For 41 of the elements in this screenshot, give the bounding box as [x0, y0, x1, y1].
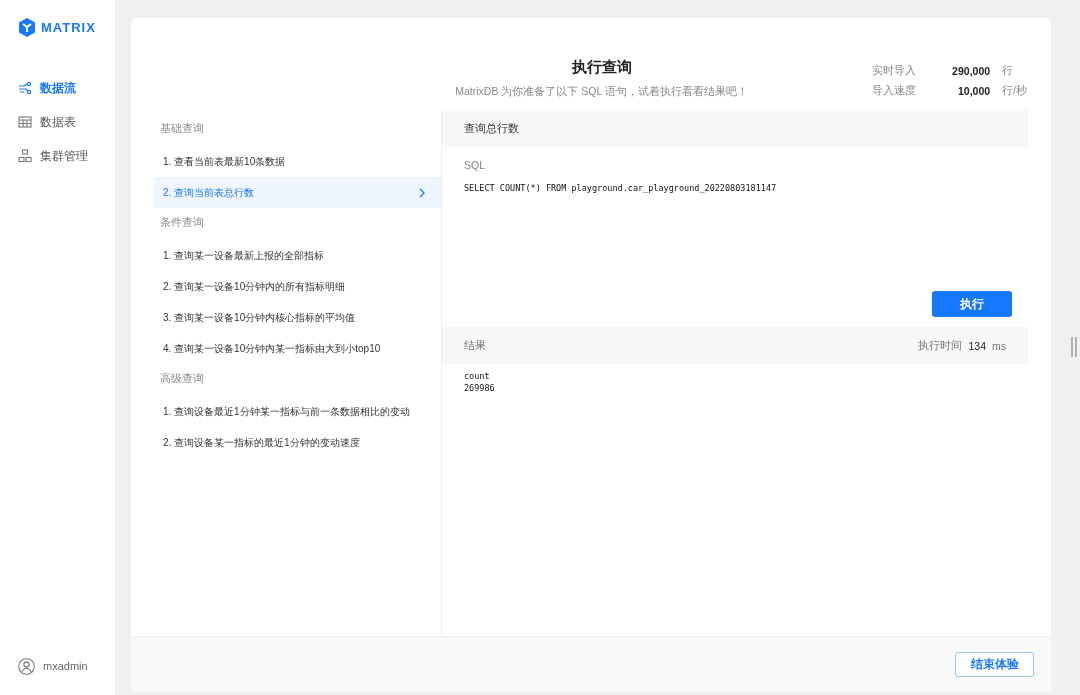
username: mxadmin [43, 660, 88, 672]
nav-item[interactable]: 数据流 [18, 71, 115, 105]
query-item[interactable]: 1. 查询设备最近1分钟某一指标与前一条数据相比的变动 [154, 396, 441, 427]
sql-code: SELECT COUNT(*) FROM playground.car_playground_20220803181147 [464, 183, 778, 193]
stat-value: 10,000 [956, 85, 991, 97]
query-item[interactable]: 2. 查询设备某一指标的最近1分钟的变动速度 [154, 427, 441, 458]
time-label: 执行时间 [918, 338, 963, 353]
page-title: 执行查询 [571, 58, 632, 77]
time-unit: ms [992, 339, 1006, 352]
cluster-icon [18, 149, 32, 163]
brand-logo: MATRIX [18, 18, 115, 37]
table-icon [18, 115, 32, 129]
result-line: 269986 [464, 382, 496, 394]
group-title: 高级查询 [159, 371, 205, 386]
run-button[interactable]: 执行 [932, 291, 1012, 317]
chevron-right-icon [419, 187, 425, 198]
query-item[interactable]: 1. 查看当前表最新10条数据 [154, 146, 441, 177]
result-label: 结果 [464, 338, 486, 353]
flow-icon [18, 81, 32, 95]
stat-unit: 行/秒 [1002, 84, 1027, 98]
nav-item[interactable]: 集群管理 [18, 139, 115, 173]
page-subtitle: MatrixDB 为你准备了以下 SQL 语句，试着执行看看结果吧！ [455, 85, 748, 99]
end-button[interactable]: 结束体验 [955, 652, 1034, 677]
time-value: 134 [968, 339, 986, 352]
query-item[interactable]: 2. 查询某一设备10分钟内的所有指标明细 [154, 271, 441, 302]
stat-label: 实时导入 [872, 64, 917, 78]
query-item[interactable]: 4. 查询某一设备10分钟内某一指标由大到小top10 [154, 333, 441, 364]
result-line: count [464, 370, 491, 382]
query-title: 查询总行数 [464, 121, 519, 136]
query-item[interactable]: 1. 查询某一设备最新上报的全部指标 [154, 240, 441, 271]
user-avatar-icon [18, 657, 35, 675]
stat-label: 导入速度 [872, 84, 917, 98]
group-title: 基础查询 [159, 121, 205, 136]
query-item[interactable]: 3. 查询某一设备10分钟内核心指标的平均值 [154, 302, 441, 333]
nav-item[interactable]: 数据表 [18, 105, 115, 139]
drag-handle-icon[interactable] [1071, 337, 1077, 357]
group-title: 条件查询 [159, 215, 205, 230]
query-item[interactable]: 2. 查询当前表总行数 [154, 177, 441, 208]
sql-label: SQL [464, 159, 486, 171]
stat-value: 290,000 [951, 65, 991, 77]
stat-unit: 行 [1002, 64, 1015, 78]
